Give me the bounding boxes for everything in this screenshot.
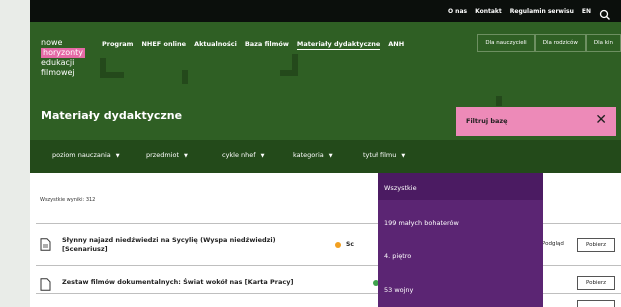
chevron-down-icon: ▼ xyxy=(184,153,188,159)
row-title-line: Słynny najazd niedźwiedzi na Sycylię (Wy… xyxy=(62,236,276,244)
site-logo[interactable]: nowe horyzonty edukacji filmowej xyxy=(41,38,86,78)
close-icon[interactable]: ✕ xyxy=(595,112,607,128)
language-switch[interactable]: EN xyxy=(582,8,591,15)
dropdown-option-selected[interactable]: Wszystkie xyxy=(378,173,543,200)
search-icon[interactable] xyxy=(599,6,611,20)
decor-shape xyxy=(182,70,188,84)
filter-database-label: Filtruj bazę xyxy=(466,117,508,125)
filter-label: cykle nhef xyxy=(222,151,256,159)
top-utility-bar: O nas Kontakt Regulamin serwisu EN xyxy=(30,0,621,22)
nav-item-nhef-online[interactable]: NHEF online xyxy=(141,40,186,50)
dropdown-option-label: Wszystkie xyxy=(384,184,417,192)
utility-links: O nas Kontakt Regulamin serwisu EN xyxy=(448,5,611,20)
preview-link[interactable]: Podgląd xyxy=(542,241,564,247)
filter-education-level[interactable]: poziom nauczania ▼ xyxy=(52,151,120,159)
audience-teachers-button[interactable]: Dla nauczycieli xyxy=(477,34,535,52)
utility-link-contact[interactable]: Kontakt xyxy=(475,8,502,15)
chevron-down-icon: ▼ xyxy=(401,153,406,159)
filter-label: kategoria xyxy=(293,151,324,159)
site-header: nowe horyzonty edukacji filmowej Program… xyxy=(30,22,621,100)
filter-label: tytuł filmu xyxy=(363,151,397,159)
download-button-partial[interactable] xyxy=(577,300,615,307)
document-icon xyxy=(40,276,51,291)
film-title-dropdown: Wszystkie 199 małych bohaterów 4. piętro… xyxy=(378,173,543,307)
audience-parents-button[interactable]: Dla rodziców xyxy=(534,34,586,52)
decor-shape xyxy=(292,54,298,76)
nav-item-anh[interactable]: ANH xyxy=(388,40,404,50)
filter-label: przedmiot xyxy=(146,151,179,159)
filter-subject[interactable]: przedmiot ▼ xyxy=(146,151,188,159)
chevron-down-icon: ▼ xyxy=(115,153,120,159)
material-type-tag: Sc xyxy=(346,241,354,248)
logo-line: nowe xyxy=(41,38,63,47)
filter-category[interactable]: kategoria ▼ xyxy=(293,151,333,159)
logo-line: edukacji xyxy=(41,58,75,67)
document-icon xyxy=(40,236,51,251)
main-nav: Program NHEF online Aktualności Baza fil… xyxy=(102,40,404,50)
filter-label: poziom nauczania xyxy=(52,151,111,159)
utility-link-about[interactable]: O nas xyxy=(448,8,467,15)
audience-nav: Dla nauczycieli Dla rodziców Dla kin xyxy=(477,34,621,52)
decor-shape xyxy=(106,72,124,78)
filter-nhef-cycles[interactable]: cykle nhef ▼ xyxy=(222,151,264,159)
row-title[interactable]: Słynny najazd niedźwiedzi na Sycylię (Wy… xyxy=(62,236,276,254)
decor-shape xyxy=(496,96,502,106)
page-title: Materiały dydaktyczne xyxy=(41,109,183,122)
results-count: Wszystkie wyniki: 312 xyxy=(40,197,96,203)
nav-item-program[interactable]: Program xyxy=(102,40,133,50)
download-button[interactable]: Pobierz xyxy=(577,276,615,290)
utility-link-terms[interactable]: Regulamin serwisu xyxy=(510,8,574,15)
decor-shape xyxy=(280,70,292,76)
dropdown-option[interactable]: 199 małych bohaterów xyxy=(384,219,459,227)
nav-item-materials[interactable]: Materiały dydaktyczne xyxy=(296,40,381,50)
nav-item-film-base[interactable]: Baza filmów xyxy=(245,40,289,50)
filter-bar: poziom nauczania ▼ przedmiot ▼ cykle nhef ▼… xyxy=(30,140,621,173)
row-title-line: [Scenariusz] xyxy=(62,245,108,253)
dropdown-option[interactable]: 4. piętro xyxy=(384,252,411,260)
row-title[interactable]: Zestaw filmów dokumentalnych: Świat wokó… xyxy=(62,278,293,287)
filter-film-title[interactable]: tytuł filmu ▼ xyxy=(363,151,405,159)
download-button[interactable]: Pobierz xyxy=(577,238,615,252)
dropdown-option[interactable]: 53 wojny xyxy=(384,286,413,294)
chevron-down-icon: ▼ xyxy=(260,153,265,159)
page: O nas Kontakt Regulamin serwisu EN nowe … xyxy=(30,0,621,307)
audience-cinemas-button[interactable]: Dla kin xyxy=(585,34,621,52)
chevron-down-icon: ▼ xyxy=(328,153,333,159)
filter-database-button[interactable]: Filtruj bazę ✕ xyxy=(456,107,616,136)
logo-line-highlight: horyzonty xyxy=(41,48,86,58)
status-dot xyxy=(335,242,341,248)
logo-line: filmowej xyxy=(41,68,75,77)
nav-item-news[interactable]: Aktualności xyxy=(194,40,237,50)
title-band: Materiały dydaktyczne Filtruj bazę ✕ xyxy=(30,96,621,140)
